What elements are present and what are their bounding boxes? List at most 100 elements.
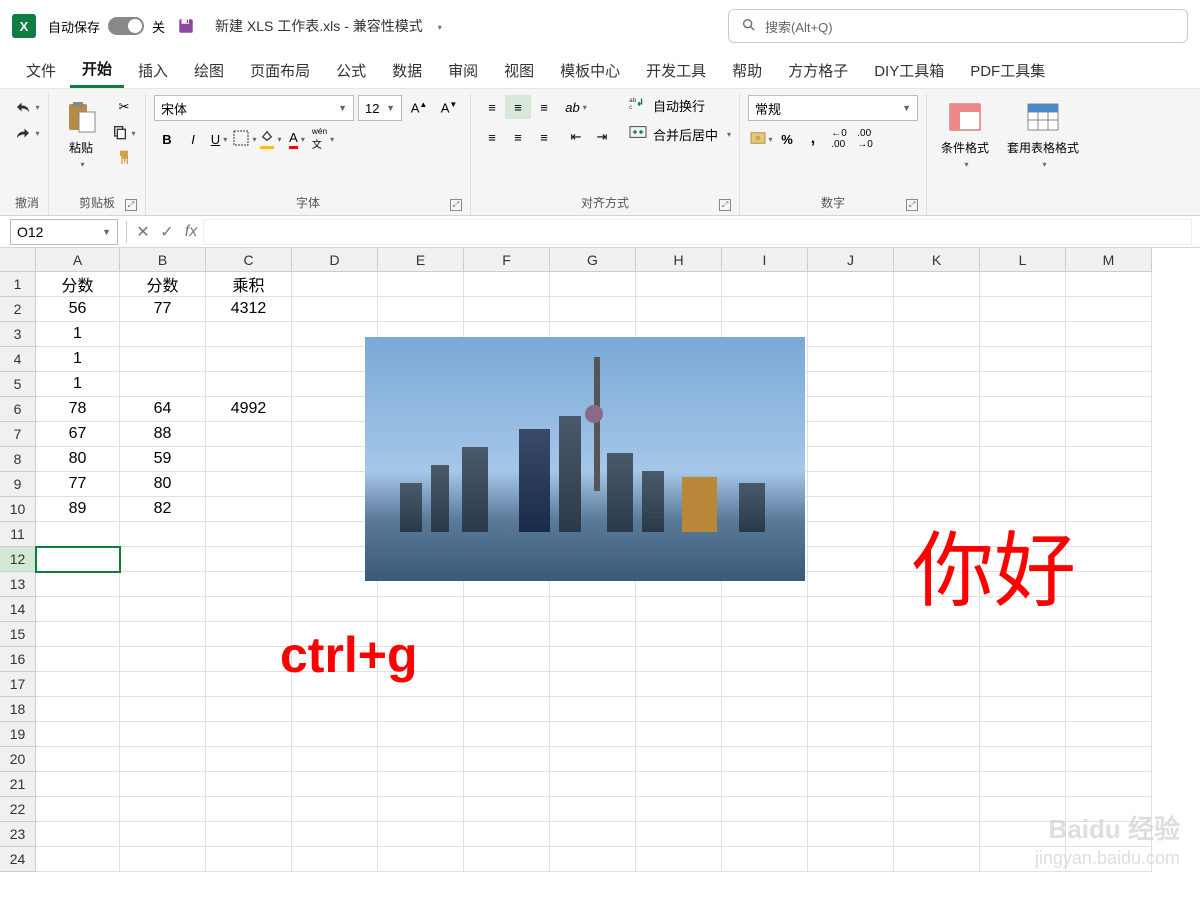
row-header-20[interactable]: 20 <box>0 747 36 772</box>
cell-A2[interactable]: 56 <box>36 297 120 322</box>
font-size-select[interactable]: 12▼ <box>358 95 402 121</box>
redo-button[interactable] <box>14 121 40 145</box>
cell-A16[interactable] <box>36 647 120 672</box>
cell-F21[interactable] <box>464 772 550 797</box>
cell-G20[interactable] <box>550 747 636 772</box>
cell-J19[interactable] <box>808 722 894 747</box>
cell-G16[interactable] <box>550 647 636 672</box>
cell-B20[interactable] <box>120 747 206 772</box>
cell-K7[interactable] <box>894 422 980 447</box>
cell-M4[interactable] <box>1066 347 1152 372</box>
cancel-formula-button[interactable]: ✕ <box>131 220 155 244</box>
cell-M16[interactable] <box>1066 647 1152 672</box>
cell-A12[interactable] <box>36 547 120 572</box>
cell-K17[interactable] <box>894 672 980 697</box>
cell-A7[interactable]: 67 <box>36 422 120 447</box>
cell-B9[interactable]: 80 <box>120 472 206 497</box>
row-header-12[interactable]: 12 <box>0 547 36 572</box>
cell-B1[interactable]: 分数 <box>120 272 206 297</box>
cell-L4[interactable] <box>980 347 1066 372</box>
cell-M1[interactable] <box>1066 272 1152 297</box>
ribbon-tab-3[interactable]: 绘图 <box>182 54 236 87</box>
cell-C3[interactable] <box>206 322 292 347</box>
cell-D20[interactable] <box>292 747 378 772</box>
cell-G15[interactable] <box>550 622 636 647</box>
increase-font-button[interactable]: A▲ <box>406 96 432 120</box>
row-header-8[interactable]: 8 <box>0 447 36 472</box>
cell-G2[interactable] <box>550 297 636 322</box>
cell-G14[interactable] <box>550 597 636 622</box>
cell-F2[interactable] <box>464 297 550 322</box>
cell-J6[interactable] <box>808 397 894 422</box>
cell-B6[interactable]: 64 <box>120 397 206 422</box>
row-header-7[interactable]: 7 <box>0 422 36 447</box>
cell-I21[interactable] <box>722 772 808 797</box>
col-header-I[interactable]: I <box>722 248 808 272</box>
row-header-11[interactable]: 11 <box>0 522 36 547</box>
row-header-17[interactable]: 17 <box>0 672 36 697</box>
cell-C11[interactable] <box>206 522 292 547</box>
cell-K18[interactable] <box>894 697 980 722</box>
cell-D18[interactable] <box>292 697 378 722</box>
borders-button[interactable] <box>232 127 258 151</box>
cell-A19[interactable] <box>36 722 120 747</box>
cell-B24[interactable] <box>120 847 206 872</box>
cell-G21[interactable] <box>550 772 636 797</box>
cell-M8[interactable] <box>1066 447 1152 472</box>
cell-F14[interactable] <box>464 597 550 622</box>
cell-J7[interactable] <box>808 422 894 447</box>
cell-D14[interactable] <box>292 597 378 622</box>
cell-L17[interactable] <box>980 672 1066 697</box>
cell-K16[interactable] <box>894 647 980 672</box>
cell-B12[interactable] <box>120 547 206 572</box>
cell-J9[interactable] <box>808 472 894 497</box>
ribbon-tab-14[interactable]: PDF工具集 <box>958 54 1057 87</box>
cell-B17[interactable] <box>120 672 206 697</box>
cell-K21[interactable] <box>894 772 980 797</box>
cell-J4[interactable] <box>808 347 894 372</box>
cell-E23[interactable] <box>378 822 464 847</box>
cell-J3[interactable] <box>808 322 894 347</box>
name-box[interactable]: O12▼ <box>10 219 118 245</box>
cell-G23[interactable] <box>550 822 636 847</box>
increase-indent-button[interactable]: ⇥ <box>589 125 615 149</box>
bold-button[interactable]: B <box>154 127 180 151</box>
cell-J13[interactable] <box>808 572 894 597</box>
cell-B18[interactable] <box>120 697 206 722</box>
row-headers[interactable]: 123456789101112131415161718192021222324 <box>0 272 36 872</box>
ribbon-tab-4[interactable]: 页面布局 <box>238 54 322 87</box>
ribbon-tab-2[interactable]: 插入 <box>126 54 180 87</box>
cell-C12[interactable] <box>206 547 292 572</box>
cell-H18[interactable] <box>636 697 722 722</box>
select-all-corner[interactable] <box>0 248 36 272</box>
cell-A1[interactable]: 分数 <box>36 272 120 297</box>
cell-G1[interactable] <box>550 272 636 297</box>
cell-M17[interactable] <box>1066 672 1152 697</box>
decrease-indent-button[interactable]: ⇤ <box>563 125 589 149</box>
cell-K22[interactable] <box>894 797 980 822</box>
cell-M7[interactable] <box>1066 422 1152 447</box>
cell-H20[interactable] <box>636 747 722 772</box>
cell-L20[interactable] <box>980 747 1066 772</box>
cell-J1[interactable] <box>808 272 894 297</box>
font-launcher-icon[interactable]: ⤢ <box>450 199 462 211</box>
cell-K6[interactable] <box>894 397 980 422</box>
col-header-A[interactable]: A <box>36 248 120 272</box>
ribbon-tab-5[interactable]: 公式 <box>324 54 378 87</box>
row-header-21[interactable]: 21 <box>0 772 36 797</box>
cell-H22[interactable] <box>636 797 722 822</box>
cell-I14[interactable] <box>722 597 808 622</box>
underline-button[interactable]: U <box>206 127 232 151</box>
font-color-button[interactable]: A <box>284 127 310 151</box>
cell-C18[interactable] <box>206 697 292 722</box>
cell-I24[interactable] <box>722 847 808 872</box>
cell-A4[interactable]: 1 <box>36 347 120 372</box>
cell-J8[interactable] <box>808 447 894 472</box>
cell-A21[interactable] <box>36 772 120 797</box>
orientation-button[interactable]: ab <box>563 95 589 119</box>
col-header-J[interactable]: J <box>808 248 894 272</box>
cell-M5[interactable] <box>1066 372 1152 397</box>
copy-button[interactable] <box>111 121 137 145</box>
row-header-16[interactable]: 16 <box>0 647 36 672</box>
cell-C6[interactable]: 4992 <box>206 397 292 422</box>
